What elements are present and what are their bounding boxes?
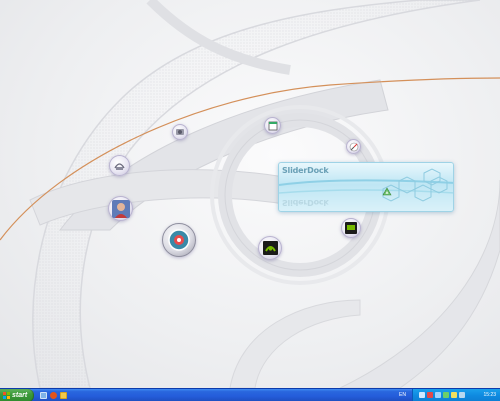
desktop: SliderDock SliderDock <box>0 0 500 388</box>
network-icon[interactable] <box>109 155 130 176</box>
recycle-icon[interactable] <box>382 182 392 196</box>
media-icon[interactable] <box>341 218 361 238</box>
user-avatar-icon[interactable] <box>108 196 133 221</box>
start-label: start <box>12 392 28 399</box>
taskbar: start EN 15:23 <box>0 388 500 401</box>
hardware-icon[interactable] <box>172 124 188 140</box>
slider-dock-icon[interactable] <box>162 223 196 257</box>
tray-app-icon[interactable] <box>451 392 457 398</box>
compass-icon[interactable] <box>346 139 361 154</box>
dock-title: SliderDock <box>282 166 329 175</box>
windows-logo-icon <box>3 392 10 399</box>
tray-update-icon[interactable] <box>443 392 449 398</box>
slider-dock-panel[interactable]: SliderDock SliderDock <box>278 162 454 212</box>
window-icon[interactable] <box>264 117 281 134</box>
quicklaunch-media-icon[interactable] <box>60 392 67 399</box>
quicklaunch-browser-icon[interactable] <box>50 392 57 399</box>
dock-title-reflection: SliderDock <box>282 198 329 207</box>
start-button[interactable]: start <box>0 389 34 401</box>
system-tray: EN 15:23 <box>399 389 500 401</box>
tray-network-icon[interactable] <box>419 392 425 398</box>
quicklaunch-desktop-icon[interactable] <box>40 392 47 399</box>
tray-volume-icon[interactable] <box>435 392 441 398</box>
clock[interactable]: 15:23 <box>483 392 496 398</box>
language-indicator[interactable]: EN <box>399 392 406 398</box>
tray-misc-icon[interactable] <box>459 392 465 398</box>
tray-security-icon[interactable] <box>427 392 433 398</box>
nvidia-icon[interactable] <box>258 236 282 260</box>
